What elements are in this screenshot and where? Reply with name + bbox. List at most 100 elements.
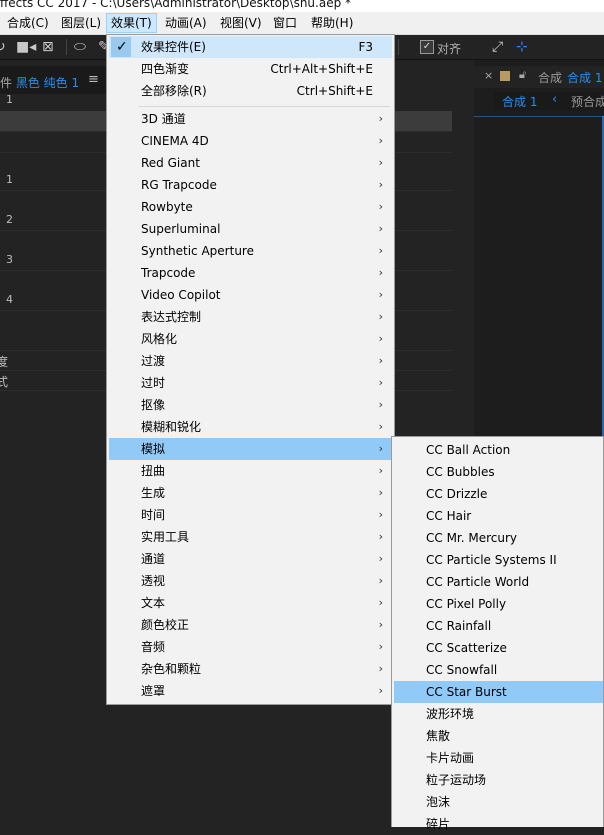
menu-item-category[interactable]: 透视 › <box>109 570 392 592</box>
menu-item-effect-controls[interactable]: ✓ 效果控件(E) F3 <box>109 36 392 58</box>
pan-behind-tool-icon[interactable]: ⊠ <box>42 39 54 55</box>
chevron-right-icon: › <box>378 684 383 697</box>
submenu-item-effect[interactable]: CC Star Burst <box>394 681 603 703</box>
breadcrumb-precomp[interactable]: 预合成 <box>571 93 604 110</box>
menu-item-category[interactable]: 通道 › <box>109 548 392 570</box>
menu-help[interactable]: 帮助(H) <box>307 14 357 32</box>
menu-item-label: CC Bubbles <box>426 465 495 479</box>
menu-item-category[interactable]: RG Trapcode › <box>109 174 392 196</box>
menu-item-category[interactable]: 实用工具 › <box>109 526 392 548</box>
menu-item-category[interactable]: 音频 › <box>109 636 392 658</box>
submenu-item-effect[interactable]: CC Snowfall <box>394 659 603 681</box>
rotate-tool-icon[interactable]: ↻ <box>0 39 6 55</box>
panel-tab[interactable]: 件 黑色 纯色 1 <box>0 74 79 91</box>
check-icon: ✓ <box>116 39 128 55</box>
submenu-item-effect[interactable]: CC Mr. Mercury <box>394 527 603 549</box>
menu-item-category[interactable]: Red Giant › <box>109 152 392 174</box>
menu-item-label: 音频 <box>141 640 166 654</box>
lock-icon[interactable]: 🔓︎ <box>519 68 526 82</box>
menu-item-label: 模拟 <box>141 442 166 456</box>
menu-item-category[interactable]: Superluminal › <box>109 218 392 240</box>
menu-item-category[interactable]: 模糊和锐化 › <box>109 416 392 438</box>
toolbar-divider <box>66 39 67 55</box>
menu-item-category[interactable]: Synthetic Aperture › <box>109 240 392 262</box>
submenu-item-effect[interactable]: CC Scatterize <box>394 637 603 659</box>
submenu-item-effect[interactable]: 焦散 <box>394 725 603 747</box>
menu-item-category[interactable]: Trapcode › <box>109 262 392 284</box>
menu-item-category[interactable]: 过渡 › <box>109 350 392 372</box>
chevron-right-icon: › <box>378 200 383 213</box>
menu-animation[interactable]: 动画(A) <box>161 14 211 32</box>
menu-item-category[interactable]: 杂色和颗粒 › <box>109 658 392 680</box>
menu-item-remove-all[interactable]: 全部移除(R) Ctrl+Shift+E <box>109 80 392 102</box>
menu-item-four-color-gradient[interactable]: 四色渐变 Ctrl+Alt+Shift+E <box>109 58 392 80</box>
menu-item-category[interactable]: 抠像 › <box>109 394 392 416</box>
simulation-submenu: CC Ball Action CC Bubbles CC Drizzle CC Hai… <box>391 436 604 831</box>
menu-item-category[interactable]: 遮罩 › <box>109 680 392 702</box>
submenu-item-effect[interactable]: CC Rainfall <box>394 615 603 637</box>
menu-item-shortcut: Ctrl+Alt+Shift+E <box>270 62 373 76</box>
menu-item-label: 表达式控制 <box>141 310 202 324</box>
menu-item-category[interactable]: 模拟 › <box>109 438 392 460</box>
tab-composition[interactable]: 合成 1 <box>567 69 602 86</box>
tab-prefix: 件 <box>0 76 13 90</box>
ellipse-tool-icon[interactable]: ⬭ <box>74 39 86 55</box>
menu-item-label: 碎片 <box>426 817 451 831</box>
panel-menu-icon[interactable]: ≡ <box>88 72 99 87</box>
menu-bar: 合成(C) 图层(L) 效果(T) 动画(A) 视图(V) 窗口 帮助(H) <box>0 12 604 35</box>
submenu-item-effect[interactable]: 卡片动画 <box>394 747 603 769</box>
submenu-item-effect[interactable]: CC Particle World <box>394 571 603 593</box>
submenu-item-effect[interactable]: CC Ball Action <box>394 439 603 461</box>
effects-dropdown-menu: ✓ 效果控件(E) F3 四色渐变 Ctrl+Alt+Shift+E 全部移除(… <box>106 34 395 705</box>
chevron-right-icon: › <box>378 112 383 125</box>
menu-item-category[interactable]: 生成 › <box>109 482 392 504</box>
menu-item-label: CC Mr. Mercury <box>426 531 518 545</box>
submenu-item-effect[interactable]: 粒子运动场 <box>394 769 603 791</box>
menu-item-category[interactable]: 扭曲 › <box>109 460 392 482</box>
menu-view[interactable]: 视图(V) <box>216 14 266 32</box>
submenu-item-effect[interactable]: 碎片 <box>394 813 603 835</box>
menu-item-label: Synthetic Aperture <box>141 244 254 258</box>
menu-item-category[interactable]: Rowbyte › <box>109 196 392 218</box>
menu-item-label: CC Scatterize <box>426 641 507 655</box>
menu-item-category[interactable]: 3D 通道 › <box>109 108 392 130</box>
menu-item-category[interactable]: 文本 › <box>109 592 392 614</box>
chevron-left-icon[interactable]: ‹ <box>552 92 557 107</box>
submenu-item-effect[interactable]: CC Pixel Polly <box>394 593 603 615</box>
submenu-item-effect[interactable]: CC Particle Systems II <box>394 549 603 571</box>
menu-item-label: CC Snowfall <box>426 663 498 677</box>
menu-item-label: 遮罩 <box>141 684 166 698</box>
submenu-item-effect[interactable]: 波形环境 <box>394 703 603 725</box>
menu-item-category[interactable]: 过时 › <box>109 372 392 394</box>
menu-window[interactable]: 窗口 <box>269 14 301 32</box>
menu-composition[interactable]: 合成(C) <box>3 14 53 32</box>
menu-item-category[interactable]: 颜色校正 › <box>109 614 392 636</box>
menu-item-label: 透视 <box>141 574 166 588</box>
submenu-item-effect[interactable]: CC Bubbles <box>394 461 603 483</box>
menu-item-label: CC Particle Systems II <box>426 553 557 567</box>
menu-item-label: Red Giant <box>141 156 200 170</box>
row-number: 3 <box>6 253 13 266</box>
menu-item-category[interactable]: 风格化 › <box>109 328 392 350</box>
chevron-right-icon: › <box>378 508 383 521</box>
camera-tool-icon[interactable]: ■◂ <box>16 39 36 55</box>
menu-item-category[interactable]: 表达式控制 › <box>109 306 392 328</box>
menu-item-category[interactable]: 时间 › <box>109 504 392 526</box>
submenu-item-effect[interactable]: CC Hair <box>394 505 603 527</box>
snap-icon[interactable]: ⤢ <box>492 39 503 55</box>
align-checkbox[interactable]: ✓ <box>420 40 434 54</box>
close-icon[interactable]: × <box>484 69 493 82</box>
panel-divider <box>474 116 604 117</box>
menu-item-category[interactable]: CINEMA 4D › <box>109 130 392 152</box>
grid-snap-icon[interactable]: ⊹ <box>516 39 528 55</box>
submenu-item-effect[interactable]: CC Drizzle <box>394 483 603 505</box>
menu-effect[interactable]: 效果(T) <box>106 13 157 33</box>
breadcrumb-composition[interactable]: 合成 1 <box>502 93 537 110</box>
menu-layer[interactable]: 图层(L) <box>57 14 105 32</box>
menu-item-label: 卡片动画 <box>426 751 475 765</box>
menu-item-label: 泡沫 <box>426 795 451 809</box>
menu-item-label: Trapcode <box>141 266 196 280</box>
menu-item-category[interactable]: Video Copilot › <box>109 284 392 306</box>
submenu-item-effect[interactable]: 泡沫 <box>394 791 603 813</box>
chevron-right-icon: › <box>378 486 383 499</box>
